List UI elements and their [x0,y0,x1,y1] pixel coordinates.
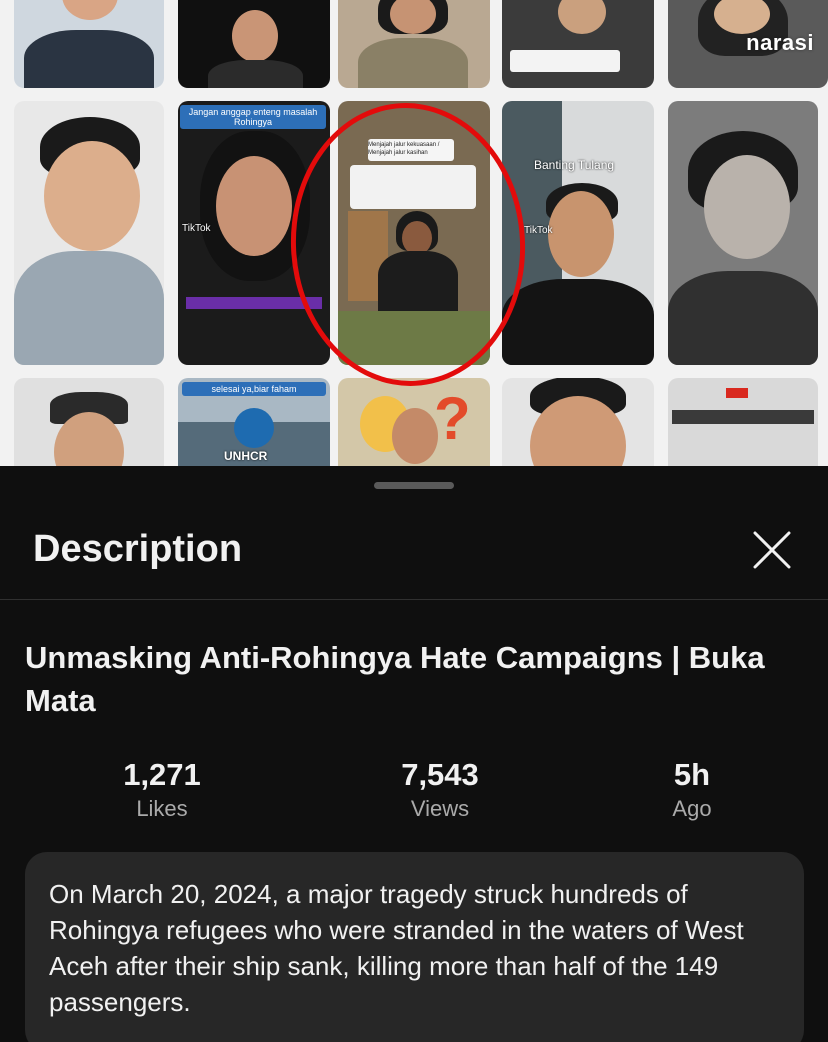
channel-watermark: narasi [746,30,814,55]
likes-stat: 1,271 Likes [72,758,252,822]
thumbnail-caption: UNHCR [224,449,268,463]
description-sheet: Description Unmasking Anti-Rohingya Hate… [0,466,828,1042]
stats-row: 1,271 Likes 7,543 Views 5h Ago [0,758,828,828]
age-value: 5h [673,757,711,792]
likes-label: Likes [136,796,188,821]
thumbnail-tile [668,101,818,365]
thumbnail-tile [668,378,818,466]
video-title: Unmasking Anti-Rohingya Hate Campaigns |… [25,640,765,718]
thumbnail-tile [338,0,490,88]
thumbnail-tile [14,0,164,88]
sheet-title: Description [33,528,243,570]
close-icon [753,531,791,569]
thumbnail-tile: ? [338,378,490,466]
thumbnail-caption: selesai ya,biar faham [182,382,326,396]
thumbnail-tile [14,378,164,466]
divider [0,599,828,600]
thumbnail-tile [178,0,330,88]
tiktok-label: TikTok [524,225,553,236]
likes-count: 1,271 [123,757,201,792]
views-label: Views [410,796,470,821]
video-player[interactable]: Jangan anggap enteng masalah Rohingya Ti… [0,0,828,466]
thumbnail-tile [14,101,164,365]
views-count: 7,543 [401,757,479,792]
thumbnail-tile [502,378,654,466]
views-stat: 7,543 Views [350,758,530,822]
thumbnail-tile: selesai ya,biar faham UNHCR [178,378,330,466]
description-box[interactable]: On March 20, 2024, a major tragedy struc… [25,852,804,1042]
thumbnail-caption: Jangan anggap enteng masalah Rohingya [180,105,326,129]
tiktok-label: TikTok [182,223,211,234]
description-text: On March 20, 2024, a major tragedy struc… [49,879,744,1017]
thumbnail-tile: Banting Tulang TikTok [502,101,654,365]
age-label: Ago [672,796,712,821]
drag-handle[interactable] [374,482,454,489]
age-stat: 5h Ago [602,758,782,822]
thumbnail-caption: Banting Tulang [534,158,615,172]
close-button[interactable] [752,530,792,570]
thumbnail-tile [502,0,654,88]
